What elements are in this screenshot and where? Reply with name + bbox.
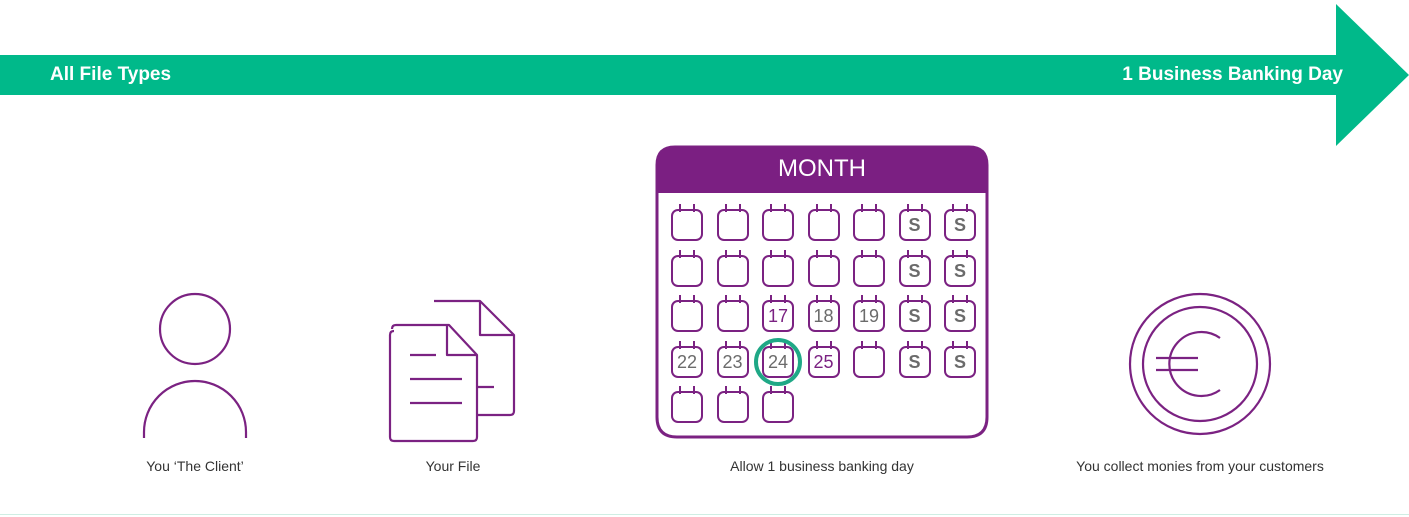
calendar-weekend-cell: S bbox=[944, 340, 976, 378]
calendar-day-label: 25 bbox=[813, 351, 834, 372]
calendar-day-cell bbox=[716, 249, 749, 287]
calendar-day-label: S bbox=[908, 306, 921, 326]
step-caption-calendar: Allow 1 business banking day bbox=[730, 458, 914, 474]
calendar-day-cell bbox=[853, 204, 885, 241]
step-caption-client: You ‘The Client’ bbox=[146, 458, 244, 474]
calendar-day-cell bbox=[716, 386, 749, 423]
highlight-ring bbox=[754, 337, 802, 386]
calendar-day-cell: 17 bbox=[762, 295, 794, 332]
calendar-day-cell: 22 bbox=[671, 340, 703, 378]
calendar-day-cell bbox=[762, 386, 794, 423]
calendar-day-cell bbox=[853, 340, 885, 378]
calendar-day-label: S bbox=[953, 215, 966, 235]
calendar-day-label: S bbox=[953, 306, 966, 326]
calendar-day-cell bbox=[807, 249, 840, 287]
calendar-weekend-cell: S bbox=[898, 340, 931, 378]
calendar-day-cell bbox=[716, 295, 749, 332]
calendar-day-label: 23 bbox=[722, 351, 743, 372]
calendar-weekend-cell: S bbox=[898, 295, 931, 332]
calendar-day-cell bbox=[671, 386, 703, 423]
calendar-day-cell bbox=[762, 249, 794, 287]
calendar-weekend-cell: S bbox=[944, 295, 976, 332]
documents-icon bbox=[388, 297, 518, 452]
calendar-day-cell: 25 bbox=[807, 340, 840, 378]
calendar-day-cell: 18 bbox=[807, 295, 840, 332]
calendar-weekend-cell: S bbox=[898, 204, 931, 241]
calendar-icon bbox=[655, 145, 989, 445]
calendar-day-cell: 19 bbox=[853, 295, 885, 332]
calendar-weekend-cell: S bbox=[944, 204, 976, 241]
calendar-weekend-cell: S bbox=[944, 249, 976, 287]
calendar-weekend-cell: S bbox=[898, 249, 931, 287]
calendar-day-cell: 23 bbox=[716, 340, 749, 378]
calendar-day-cell bbox=[671, 204, 703, 241]
calendar-day-cell bbox=[762, 204, 794, 241]
calendar-day-cell bbox=[671, 249, 703, 287]
person-icon bbox=[140, 292, 250, 447]
calendar-day-label: 22 bbox=[676, 351, 698, 372]
bottom-divider bbox=[0, 514, 1409, 515]
calendar-day-cell bbox=[671, 295, 703, 332]
calendar-day-label: 19 bbox=[858, 306, 880, 326]
calendar-day-label: S bbox=[953, 260, 966, 281]
calendar-day-cell bbox=[716, 204, 749, 241]
calendar-day-label: S bbox=[908, 351, 921, 372]
euro-coin-icon bbox=[1128, 292, 1272, 441]
calendar-day-label: 17 bbox=[767, 306, 789, 326]
calendar-day-label: S bbox=[953, 351, 966, 372]
calendar-day-label: S bbox=[908, 215, 921, 235]
banner-right-label: 1 Business Banking Day bbox=[1122, 64, 1343, 85]
calendar-day-label: S bbox=[908, 260, 921, 281]
calendar-day-label: 18 bbox=[813, 306, 834, 326]
banner-left-label: All File Types bbox=[50, 64, 172, 85]
step-caption-collect: You collect monies from your customers bbox=[1076, 458, 1324, 474]
calendar-day-cell bbox=[807, 204, 840, 241]
calendar-day-cell bbox=[853, 249, 885, 287]
step-caption-file: Your File bbox=[425, 458, 481, 474]
calendar-title: MONTH bbox=[778, 155, 866, 182]
